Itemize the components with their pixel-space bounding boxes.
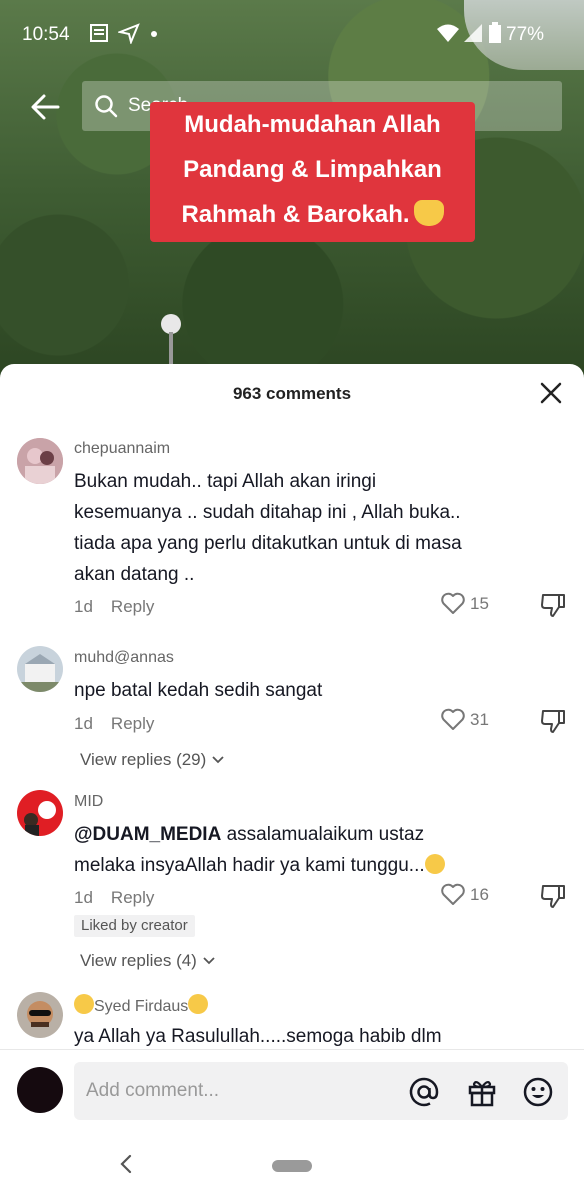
like-count: 15: [470, 594, 489, 613]
back-arrow-icon[interactable]: [28, 90, 62, 124]
comments-count-title: 963 comments: [232, 384, 352, 403]
comment-text-line: kesemuanya .. sudah ditahap ini , Allah …: [74, 502, 461, 523]
avatar[interactable]: [17, 992, 63, 1038]
gift-icon[interactable]: [466, 1076, 498, 1108]
caption-line-3-wrap: Rahmah & Barokah.: [150, 192, 475, 237]
dislike-icon[interactable]: [539, 882, 567, 910]
video-caption-overlay: Mudah-mudahan Allah Pandang & Limpahkan …: [150, 102, 475, 242]
like-button[interactable]: 16: [440, 881, 500, 911]
sunglasses-emoji: [188, 994, 209, 1014]
my-avatar[interactable]: [17, 1067, 63, 1113]
home-gesture-pill[interactable]: [272, 1160, 312, 1172]
comment-composer-bar: Add comment...: [0, 1049, 584, 1201]
comment-text-line: tiada apa yang perlu ditakutkan untuk di…: [74, 533, 462, 554]
send-icon: [118, 23, 140, 44]
comment-text: ya Allah ya Rasulullah.....semoga habib …: [74, 1026, 442, 1047]
close-icon[interactable]: [538, 380, 564, 406]
view-replies-label: View replies (29): [80, 750, 207, 769]
avatar[interactable]: [17, 438, 63, 484]
comment-text-line: melaka insyaAllah hadir ya kami tunggu..…: [74, 850, 534, 881]
notification-icon: [90, 24, 108, 42]
comment-username[interactable]: chepuannaim: [74, 440, 170, 458]
comment-username[interactable]: MID: [74, 793, 103, 811]
like-button[interactable]: 31: [440, 706, 500, 736]
dislike-icon[interactable]: [539, 591, 567, 619]
avatar[interactable]: [17, 646, 63, 692]
add-comment-input[interactable]: Add comment...: [74, 1062, 568, 1120]
battery-icon: [489, 22, 501, 43]
comment-text: @DUAM_MEDIA assalamualaikum ustaz melaka…: [74, 819, 534, 881]
avatar[interactable]: [17, 790, 63, 836]
comment-text-part: assalamualaikum ustaz: [221, 824, 425, 845]
add-comment-placeholder: Add comment...: [86, 1080, 220, 1101]
dot-icon: [151, 31, 157, 37]
status-time: 10:54: [22, 24, 70, 45]
comment-text-line: akan datang ..: [74, 564, 195, 585]
like-count: 31: [470, 710, 489, 729]
street-lamp: [161, 314, 181, 334]
comment-age: 1d: [74, 714, 93, 733]
liked-by-creator-badge: Liked by creator: [74, 915, 195, 937]
heart-icon: [441, 592, 465, 614]
chevron-down-icon: [202, 957, 215, 965]
raising-hands-emoji: [413, 200, 444, 226]
avatar-image: [17, 992, 63, 1038]
emoji-icon[interactable]: [522, 1076, 554, 1108]
caption-line-1: Mudah-mudahan Allah: [184, 111, 441, 138]
comment-text: Bukan mudah.. tapi Allah akan iringi kes…: [74, 466, 534, 590]
comment-text-line: @DUAM_MEDIA assalamualaikum ustaz: [74, 819, 534, 850]
caption-line-2: Pandang & Limpahkan: [183, 156, 442, 183]
comment-username-wrap[interactable]: Syed Firdaus: [74, 994, 209, 1016]
wifi-icon: [437, 24, 459, 42]
view-replies-label: View replies (4): [80, 951, 197, 970]
dislike-icon[interactable]: [539, 707, 567, 735]
reply-button[interactable]: Reply: [111, 888, 154, 907]
comment-text-part: melaka insyaAllah hadir ya kami tunggu..…: [74, 855, 425, 876]
comment-meta: 1d Reply: [74, 597, 154, 617]
battery-percent: 77%: [506, 24, 545, 45]
heart-icon: [441, 883, 465, 905]
caption-line-3: Rahmah & Barokah.: [181, 201, 410, 228]
comment-meta: 1d Reply: [74, 888, 154, 908]
reply-button[interactable]: Reply: [111, 597, 154, 616]
chevron-down-icon: [212, 756, 224, 764]
search-icon: [95, 95, 118, 118]
view-replies-button[interactable]: View replies (29): [80, 750, 225, 770]
heart-icon: [441, 708, 465, 730]
avatar-image: [17, 646, 63, 692]
pleading-face-emoji: [424, 854, 445, 874]
comment-age: 1d: [74, 888, 93, 907]
signal-icon: [464, 24, 482, 42]
like-button[interactable]: 15: [440, 590, 500, 620]
system-back-icon[interactable]: [116, 1153, 136, 1175]
avatar-image: [17, 438, 63, 484]
comment-age: 1d: [74, 597, 93, 616]
status-bar: 10:54 77%: [0, 16, 584, 52]
mention-icon[interactable]: [408, 1076, 440, 1108]
avatar-image: [17, 790, 63, 836]
reply-button[interactable]: Reply: [111, 714, 154, 733]
view-replies-button[interactable]: View replies (4): [80, 951, 216, 971]
sunglasses-emoji: [74, 994, 94, 1014]
comment-username: Syed Firdaus: [94, 998, 189, 1015]
comment-meta: 1d Reply: [74, 714, 154, 734]
comment-username[interactable]: muhd@annas: [74, 649, 174, 667]
mention-link[interactable]: @DUAM_MEDIA: [74, 824, 221, 845]
like-count: 16: [470, 885, 489, 904]
comment-text: npe batal kedah sedih sangat: [74, 680, 323, 701]
comment-text-line: Bukan mudah.. tapi Allah akan iringi: [74, 471, 377, 492]
